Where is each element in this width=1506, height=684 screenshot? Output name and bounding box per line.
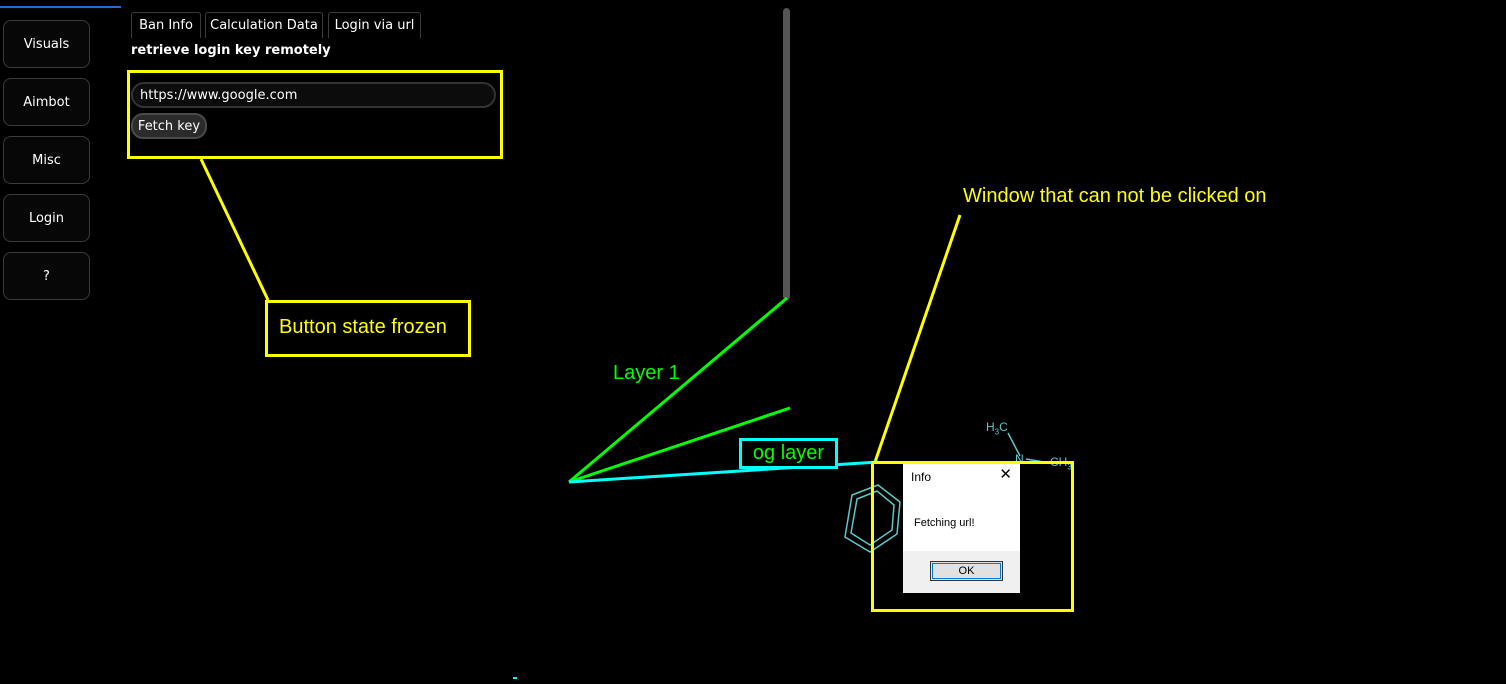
annotation-box-dialog <box>871 461 1074 612</box>
connector-line-button <box>199 158 270 301</box>
annotation-og-layer: og layer <box>739 438 838 469</box>
stray-mark <box>513 677 517 679</box>
connector-line-window <box>873 214 962 463</box>
annotation-lines <box>199 158 1051 679</box>
molecule-h3c-label: H3C <box>986 420 1008 437</box>
